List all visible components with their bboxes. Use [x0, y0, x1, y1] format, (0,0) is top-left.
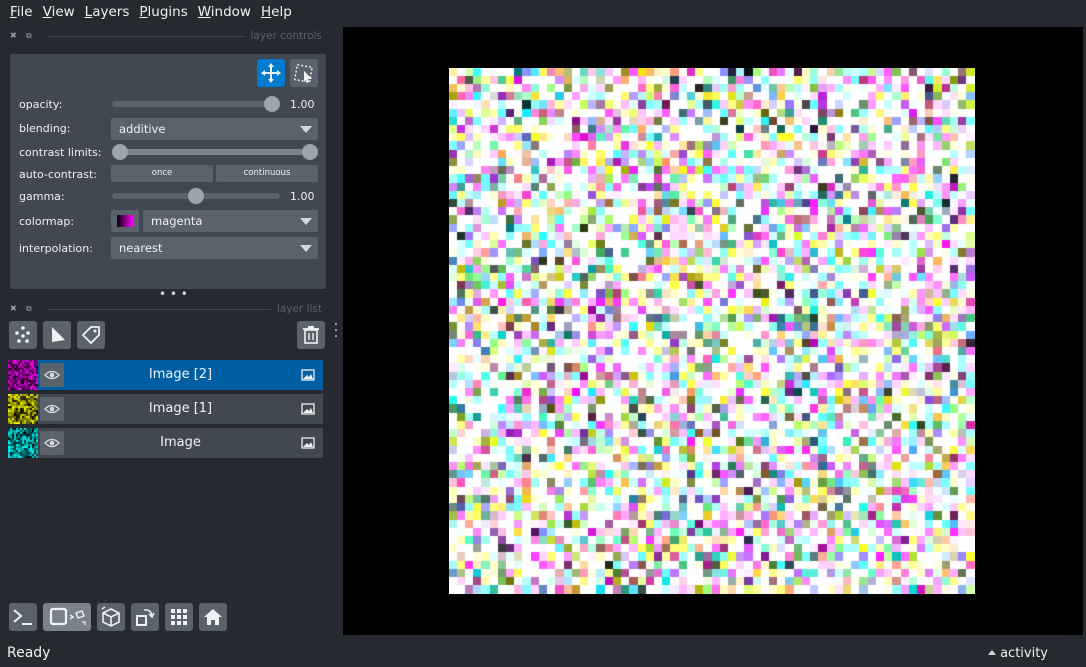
colormap-gradient: [117, 215, 133, 227]
ndisplay-toggle-button[interactable]: [43, 603, 91, 631]
home-icon: [204, 609, 222, 625]
contrast-limits-low-handle[interactable]: [112, 144, 128, 160]
roll-dimensions-button[interactable]: [97, 603, 125, 631]
new-shapes-layer-button[interactable]: [43, 321, 71, 349]
trash-icon: [303, 326, 319, 344]
layer-controls-title: layer controls: [250, 30, 322, 42]
image-layer-icon: [301, 403, 315, 415]
colormap-label: colormap:: [19, 214, 75, 228]
gamma-value: 1.00: [290, 190, 315, 203]
image-layer-icon: [301, 437, 315, 449]
layer-row-image-2[interactable]: Image [2]: [8, 360, 323, 390]
opacity-label: opacity:: [19, 97, 63, 111]
transform-button[interactable]: [290, 59, 318, 87]
menu-file[interactable]: File: [5, 0, 38, 24]
dock-title-divider: [48, 35, 245, 37]
status-bar: Ready activity: [0, 640, 1086, 667]
caret-up-icon: [988, 650, 997, 655]
image-layer-icon: [301, 369, 315, 381]
layer-list-dock-title: ✖ ⧉ layer list: [10, 301, 322, 317]
dock-float-icon[interactable]: ⧉: [26, 31, 36, 41]
gamma-label: gamma:: [19, 189, 65, 203]
dock-float-icon[interactable]: ⧉: [26, 304, 36, 314]
activity-toggle[interactable]: activity: [988, 646, 1048, 661]
console-button[interactable]: [9, 603, 37, 631]
status-text: Ready: [7, 645, 51, 661]
layer-thumbnail: [8, 360, 38, 390]
dock-close-icon[interactable]: ✖: [10, 31, 20, 41]
delete-layer-button[interactable]: [297, 321, 325, 349]
auto-contrast-once-button[interactable]: once: [111, 165, 213, 182]
terminal-icon: [13, 609, 32, 625]
points-icon: [15, 326, 30, 343]
interpolation-label: interpolation:: [19, 241, 93, 255]
transpose-icon: [136, 609, 155, 626]
opacity-slider[interactable]: [112, 96, 280, 112]
menu-window[interactable]: Window: [193, 0, 256, 24]
shapes-icon: [52, 327, 65, 342]
grid-icon: [171, 609, 187, 625]
colormap-select[interactable]: magenta: [143, 210, 318, 232]
reset-view-button[interactable]: [199, 603, 227, 631]
layer-row-image-1[interactable]: Image [1]: [8, 394, 323, 424]
opacity-value: 1.00: [290, 98, 315, 111]
menu-plugins[interactable]: Plugins: [134, 0, 192, 24]
splitter-grip-icon[interactable]: • • •: [159, 288, 188, 300]
label-tag-icon: [81, 326, 100, 345]
layer-thumbnail: [8, 394, 38, 424]
chevron-down-icon: [300, 218, 312, 225]
transform-icon: [293, 63, 313, 83]
blending-value: additive: [119, 122, 166, 136]
layer-thumbnail: [8, 428, 38, 458]
eye-icon: [44, 370, 60, 380]
gamma-slider-handle[interactable]: [188, 188, 204, 204]
chevron-down-icon: [300, 245, 312, 252]
layer-name: Image [2]: [148, 367, 213, 382]
interpolation-value: nearest: [119, 241, 163, 255]
contrast-limits-slider[interactable]: [112, 144, 318, 160]
eye-icon: [44, 438, 60, 448]
colormap-preview: [111, 210, 139, 232]
gamma-slider[interactable]: [112, 188, 280, 204]
pan-zoom-button[interactable]: [257, 59, 285, 87]
viewer-canvas[interactable]: [343, 27, 1083, 635]
dock-title-divider: [48, 308, 271, 310]
composite-image: [449, 68, 975, 594]
2d-3d-toggle-icon: [49, 607, 86, 626]
visibility-toggle[interactable]: [40, 431, 64, 455]
cube-icon: [101, 606, 120, 627]
interpolation-select[interactable]: nearest: [111, 237, 318, 259]
layer-list-more-icon[interactable]: · · ·: [333, 318, 339, 344]
layer-name: Image [1]: [148, 401, 213, 416]
contrast-limits-label: contrast limits:: [19, 145, 102, 159]
visibility-toggle[interactable]: [40, 363, 64, 387]
new-labels-layer-button[interactable]: [77, 321, 105, 349]
menu-view[interactable]: View: [38, 0, 80, 24]
menu-bar: File View Layers Plugins Window Help: [0, 0, 1086, 24]
blending-label: blending:: [19, 121, 71, 135]
layer-list-title: layer list: [276, 303, 322, 315]
layer-controls-dock-title: ✖ ⧉ layer controls: [10, 28, 322, 44]
visibility-toggle[interactable]: [40, 397, 64, 421]
activity-label: activity: [1000, 646, 1048, 661]
grid-view-button[interactable]: [165, 603, 193, 631]
opacity-slider-handle[interactable]: [264, 96, 280, 112]
menu-help[interactable]: Help: [256, 0, 297, 24]
move-arrows-icon: [261, 63, 281, 83]
auto-contrast-label: auto-contrast:: [19, 167, 98, 181]
layer-controls-panel: opacity: 1.00 blending: additive contras…: [10, 54, 326, 289]
new-points-layer-button[interactable]: [9, 321, 37, 349]
blending-select[interactable]: additive: [111, 118, 318, 140]
colormap-value: magenta: [151, 214, 203, 228]
chevron-down-icon: [300, 126, 312, 133]
transpose-dimensions-button[interactable]: [131, 603, 159, 631]
auto-contrast-continuous-button[interactable]: continuous: [216, 165, 318, 182]
layer-row-image[interactable]: Image: [8, 428, 323, 458]
contrast-limits-high-handle[interactable]: [302, 144, 318, 160]
dock-close-icon[interactable]: ✖: [10, 304, 20, 314]
menu-layers[interactable]: Layers: [80, 0, 135, 24]
eye-icon: [44, 404, 60, 414]
layer-name: Image: [160, 435, 201, 450]
